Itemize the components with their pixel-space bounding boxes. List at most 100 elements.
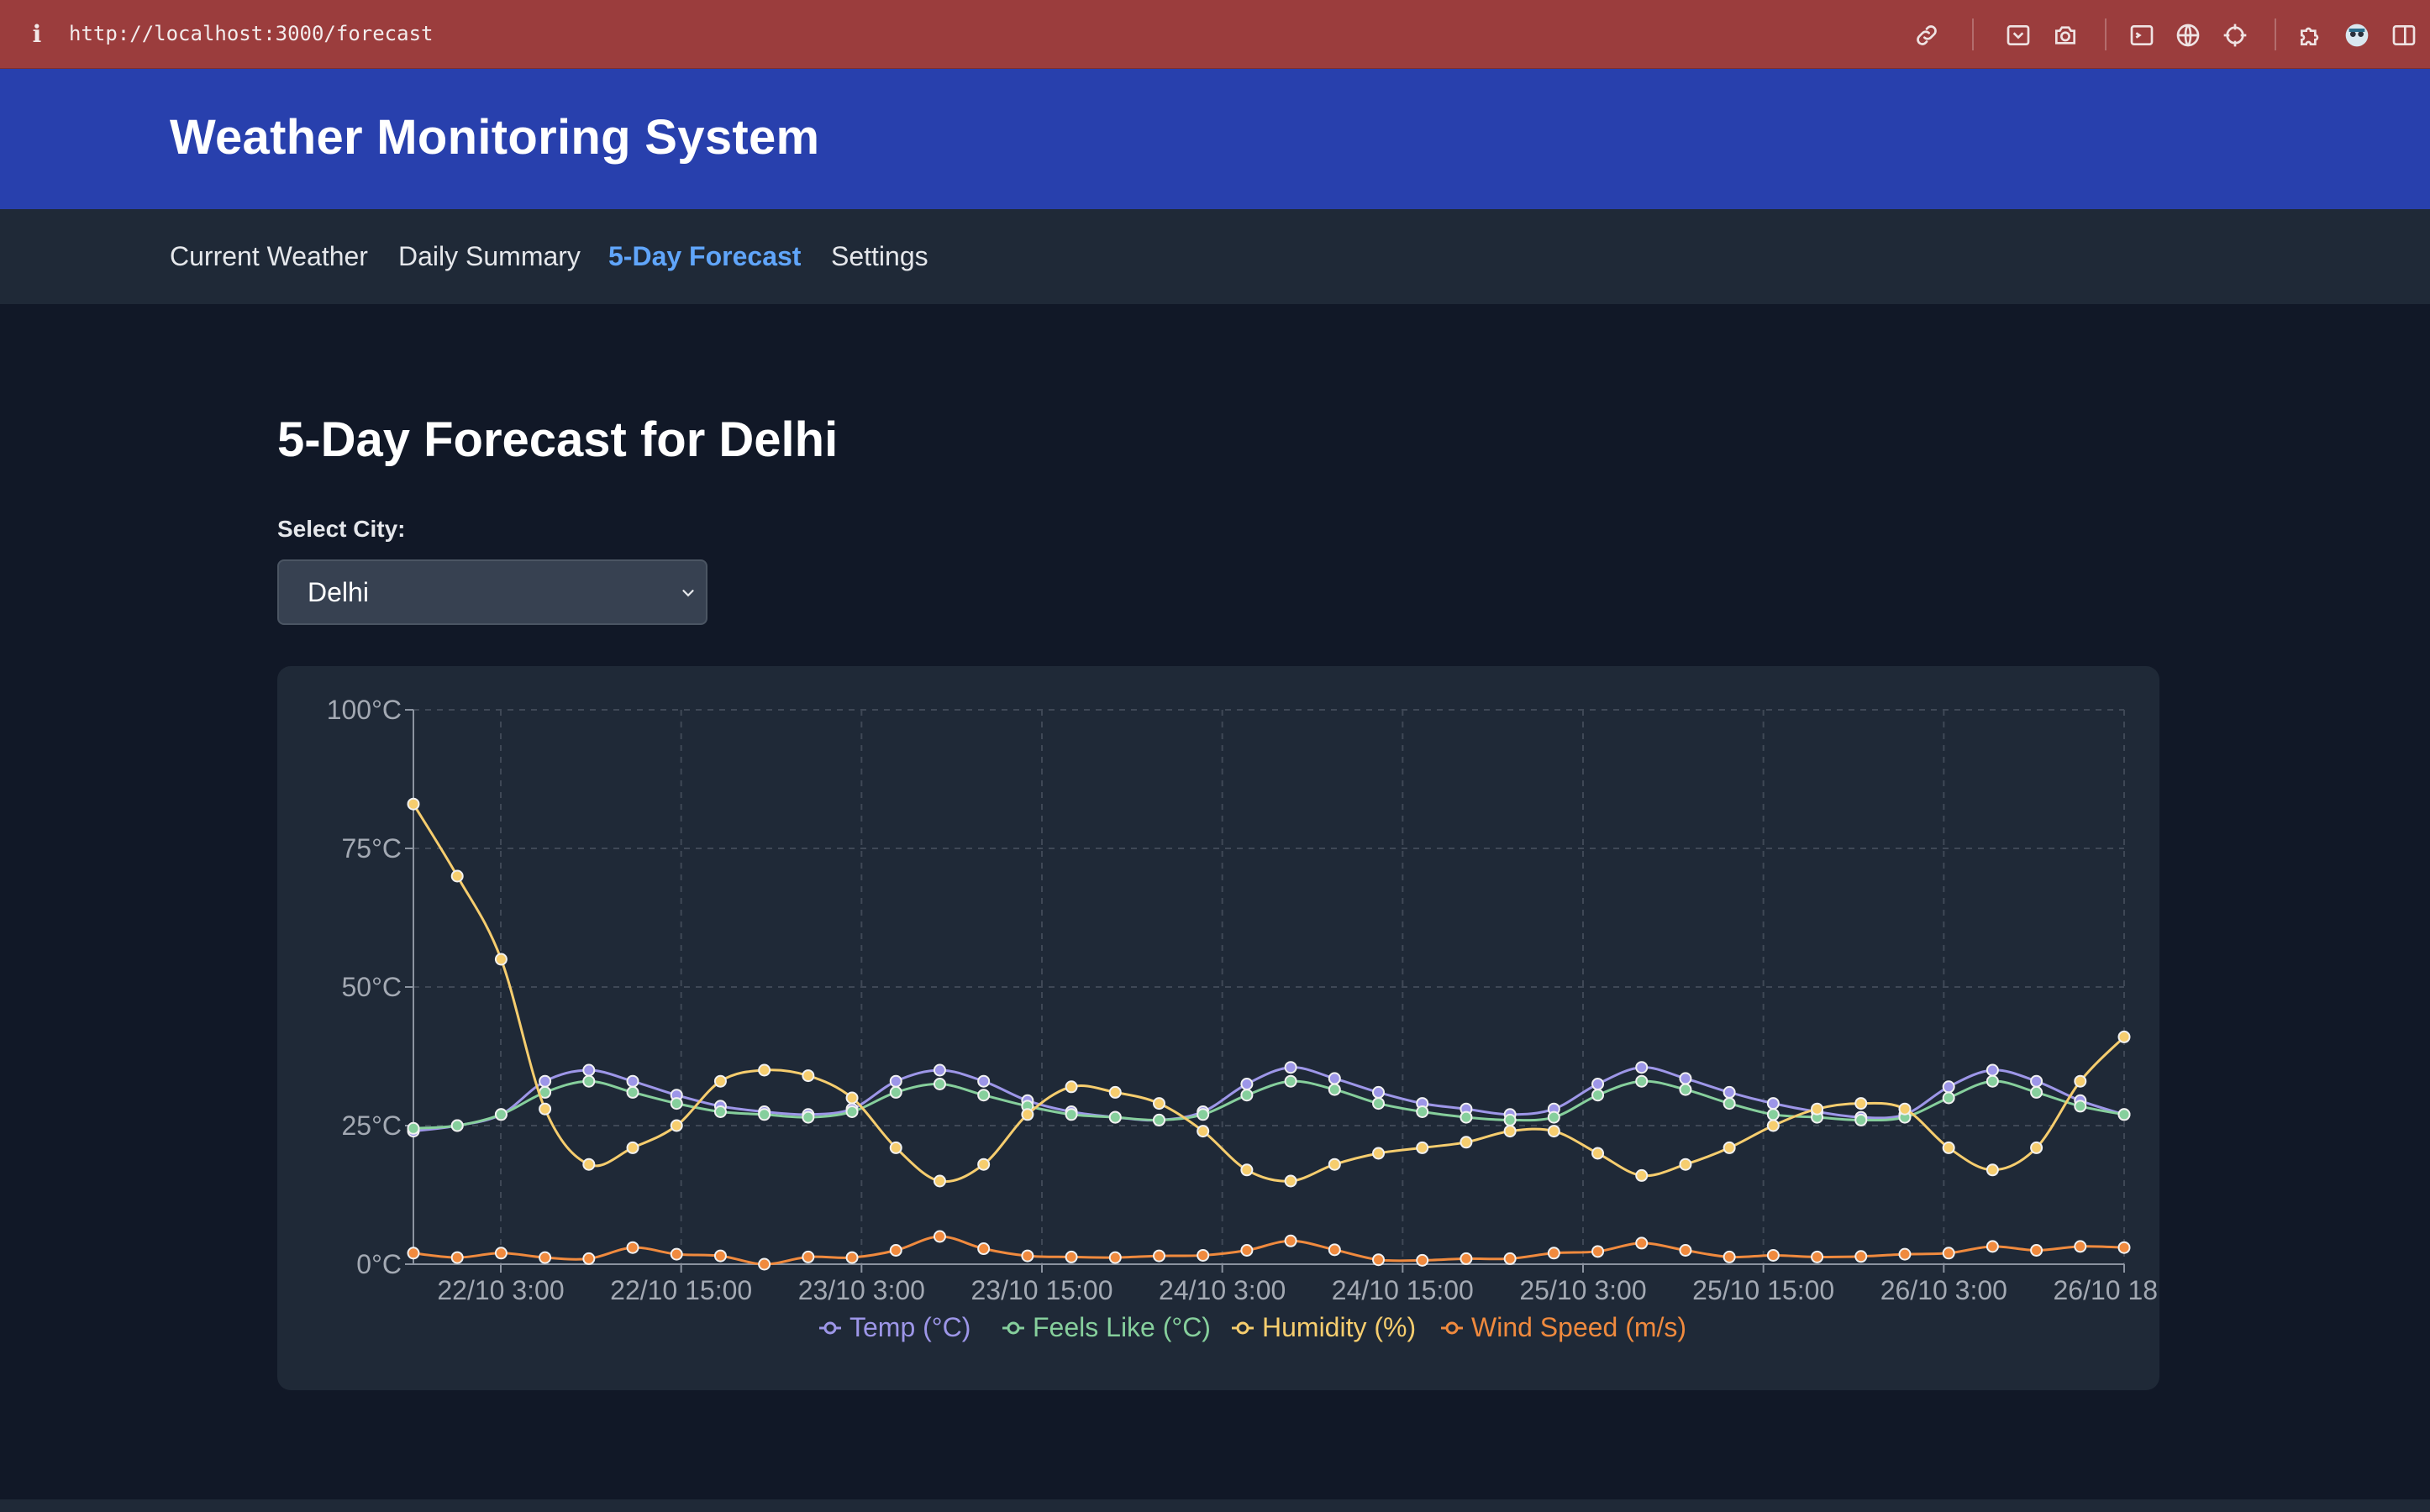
data-point-humidity <box>539 1102 552 1116</box>
series-line-feels-like-c <box>413 1079 2125 1130</box>
data-point-humidity <box>407 797 420 811</box>
legend-label: Wind Speed (m/s) <box>1471 1312 1686 1342</box>
data-point-temp-c <box>889 1074 902 1088</box>
data-point-wind-speed-m-s <box>494 1247 508 1260</box>
toolbar-divider <box>2105 18 2107 50</box>
camera-icon[interactable] <box>2051 21 2080 50</box>
data-point-feels-like-c <box>1854 1113 1868 1126</box>
data-point-feels-like-c <box>2074 1100 2087 1113</box>
data-point-wind-speed-m-s <box>1372 1253 1386 1267</box>
browser-toolbar: i http://localhost:3000/forecast <box>0 0 2430 69</box>
data-point-wind-speed-m-s <box>1284 1234 1297 1247</box>
puzzle-icon[interactable] <box>2296 21 2325 50</box>
data-point-wind-speed-m-s <box>407 1247 420 1260</box>
x-tick-label: 24/10 15:00 <box>1332 1275 1474 1305</box>
data-point-wind-speed-m-s <box>802 1250 815 1263</box>
data-point-temp-c <box>1284 1061 1297 1074</box>
data-point-wind-speed-m-s <box>933 1230 946 1243</box>
data-point-temp-c <box>626 1074 639 1088</box>
crosshair-icon[interactable] <box>2221 21 2249 50</box>
legend-label: Temp (°C) <box>849 1312 970 1342</box>
terminal-icon[interactable] <box>2128 21 2156 50</box>
data-point-feels-like-c <box>1679 1083 1692 1096</box>
legend-swatch-marker <box>1445 1321 1459 1335</box>
city-select[interactable]: Delhi <box>277 559 707 625</box>
toolbar-divider <box>2275 18 2276 50</box>
data-point-humidity <box>1723 1141 1736 1154</box>
data-point-wind-speed-m-s <box>2117 1241 2131 1254</box>
data-point-feels-like-c <box>2030 1085 2043 1099</box>
data-point-wind-speed-m-s <box>1723 1250 1736 1263</box>
x-tick-label: 23/10 3:00 <box>798 1275 925 1305</box>
sidebar-icon[interactable] <box>2390 21 2418 50</box>
data-point-wind-speed-m-s <box>1942 1247 1955 1260</box>
data-point-feels-like-c <box>1503 1113 1517 1126</box>
data-point-humidity <box>1240 1163 1254 1177</box>
y-tick-label: 0°C <box>356 1249 402 1279</box>
data-point-feels-like-c <box>1284 1074 1297 1088</box>
series-line-temp-c <box>413 1066 2125 1133</box>
data-point-wind-speed-m-s <box>1240 1244 1254 1257</box>
data-point-feels-like-c <box>407 1121 420 1135</box>
data-point-humidity <box>1942 1141 1955 1154</box>
select-city-label: Select City: <box>277 516 406 542</box>
legend-item-wind-speed-m-s[interactable]: Wind Speed (m/s) <box>1441 1312 1686 1342</box>
y-tick-label: 75°C <box>342 833 402 864</box>
data-point-wind-speed-m-s <box>670 1247 683 1261</box>
data-point-wind-speed-m-s <box>539 1251 552 1264</box>
data-point-temp-c <box>977 1074 991 1088</box>
legend-item-feels-like-c[interactable]: Feels Like (°C) <box>1002 1312 1211 1342</box>
y-tick-label: 50°C <box>342 972 402 1002</box>
legend-item-temp-c[interactable]: Temp (°C) <box>819 1312 970 1342</box>
data-point-humidity <box>1986 1163 1999 1177</box>
x-tick-label: 22/10 15:00 <box>610 1275 752 1305</box>
data-point-temp-c <box>539 1074 552 1088</box>
data-point-humidity <box>1108 1085 1122 1099</box>
data-point-feels-like-c <box>2117 1108 2131 1121</box>
nav-item-current-weather[interactable]: Current Weather <box>170 241 368 272</box>
nav-item-daily-summary[interactable]: Daily Summary <box>398 241 581 272</box>
profile-icon[interactable] <box>2343 21 2371 50</box>
data-point-humidity <box>494 953 508 966</box>
data-point-humidity <box>1854 1097 1868 1110</box>
info-icon[interactable]: i <box>27 20 47 49</box>
data-point-temp-c <box>2030 1074 2043 1088</box>
data-point-feels-like-c <box>1635 1074 1649 1088</box>
data-point-wind-speed-m-s <box>1635 1236 1649 1250</box>
data-point-feels-like-c <box>758 1108 771 1121</box>
data-point-feels-like-c <box>670 1097 683 1110</box>
data-point-humidity <box>1284 1174 1297 1188</box>
data-point-temp-c <box>1723 1085 1736 1099</box>
data-point-feels-like-c <box>1416 1105 1429 1118</box>
data-point-wind-speed-m-s <box>1152 1249 1165 1263</box>
legend-swatch-marker <box>1236 1321 1249 1335</box>
data-point-humidity <box>1152 1097 1165 1110</box>
data-point-wind-speed-m-s <box>713 1249 727 1263</box>
data-point-feels-like-c <box>1547 1110 1560 1124</box>
link-icon[interactable] <box>1912 21 1941 50</box>
data-point-wind-speed-m-s <box>845 1251 859 1264</box>
data-point-wind-speed-m-s <box>626 1241 639 1254</box>
data-point-humidity <box>626 1141 639 1154</box>
nav-item-5-day-forecast[interactable]: 5-Day Forecast <box>608 241 801 272</box>
url-bar[interactable]: http://localhost:3000/forecast <box>69 22 433 45</box>
series-line-humidity <box>412 803 2126 1184</box>
data-point-temp-c <box>1635 1061 1649 1074</box>
data-point-feels-like-c <box>582 1074 596 1088</box>
forecast-line-chart: 0°C 25°C 50°C 75°C 100°C 22/10 3:00 22/10 15:0… <box>327 695 2159 1342</box>
data-point-humidity <box>977 1158 991 1171</box>
data-point-feels-like-c <box>1328 1083 1341 1096</box>
data-point-feels-like-c <box>1197 1108 1210 1121</box>
data-point-humidity <box>802 1069 815 1083</box>
data-point-feels-like-c <box>889 1085 902 1099</box>
nav-item-settings[interactable]: Settings <box>831 241 928 272</box>
data-point-humidity <box>1416 1141 1429 1154</box>
data-point-humidity <box>1021 1108 1034 1121</box>
globe-icon[interactable] <box>2174 21 2202 50</box>
data-point-temp-c <box>1372 1085 1386 1099</box>
screenshot-icon[interactable] <box>2004 21 2033 50</box>
data-point-wind-speed-m-s <box>1898 1247 1912 1261</box>
data-point-wind-speed-m-s <box>1854 1250 1868 1263</box>
data-point-temp-c <box>1240 1078 1254 1090</box>
legend-item-humidity[interactable]: Humidity (%) <box>1232 1312 1416 1342</box>
